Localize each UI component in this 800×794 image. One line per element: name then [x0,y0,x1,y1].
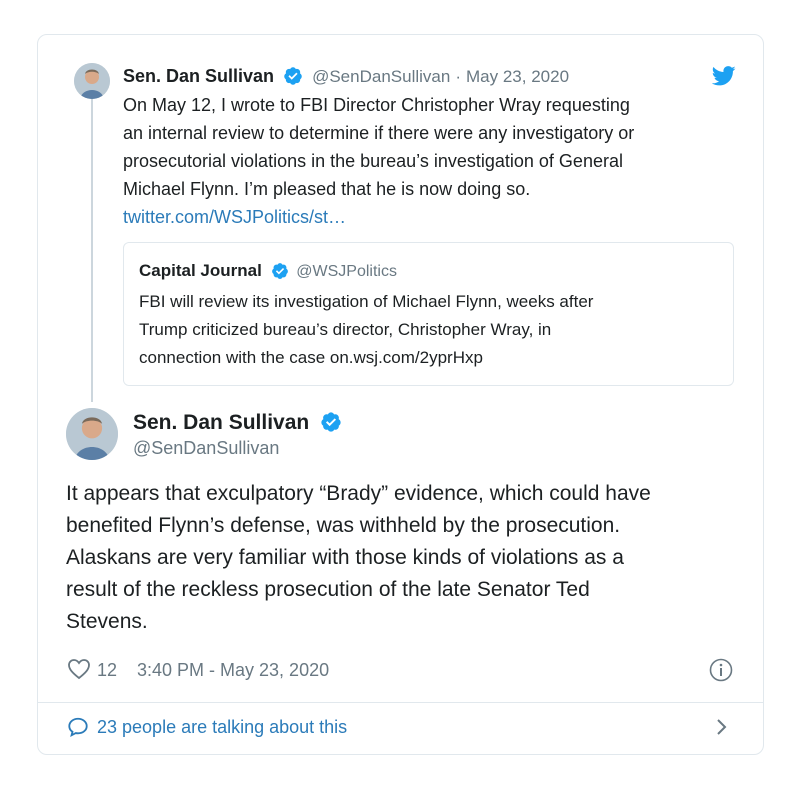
separator-dot: · [455,67,461,86]
tweet-text-line: an internal review to determine if there… [123,123,635,143]
author-name[interactable]: Sen. Dan Sullivan [123,66,274,86]
quoted-tweet-text: On May 12, I wrote to FBI Director Chris… [123,91,733,231]
tweet-text-line: Stevens. [66,610,148,633]
verified-badge-icon [284,67,302,85]
tweet-text-line: prosecutorial violations in the bureau’s… [123,151,623,171]
tweet-text-line: Alaskans are very familiar with those ki… [66,546,624,569]
heart-icon[interactable] [67,658,91,680]
tweet-text-line: FBI will review its investigation of Mic… [139,292,594,311]
comment-bubble-icon[interactable] [67,716,89,738]
main-tweet-text: It appears that exculpatory “Brady” evid… [66,478,756,638]
tweet-text-line: result of the reckless prosecution of th… [66,578,590,601]
tweet-date[interactable]: May 23, 2020 [466,67,569,86]
quoted-tweet-header: Sen. Dan Sullivan @SenDanSullivan · May … [123,65,569,88]
avatar-photo [66,408,118,460]
tweet-text-line: Michael Flynn. I’m pleased that he is no… [123,179,531,199]
thread-connector-line [91,97,93,402]
tweet-timestamp[interactable]: 3:40 PM - May 23, 2020 [137,659,329,681]
chevron-right-icon[interactable] [714,717,730,737]
like-count[interactable]: 12 [97,659,117,681]
nested-author-name[interactable]: Capital Journal [139,261,262,280]
verified-badge-icon [321,412,341,432]
nested-quote-header: Capital Journal @WSJPolitics [139,260,397,283]
avatar[interactable] [74,63,110,99]
avatar[interactable] [66,408,118,460]
author-name[interactable]: Sen. Dan Sullivan [133,411,309,434]
twitter-bird-icon[interactable] [712,66,736,86]
tweet-link[interactable]: twitter.com/WSJPolitics/st… [123,203,733,231]
tweet-text-line: It appears that exculpatory “Brady” evid… [66,482,651,505]
nested-author-handle[interactable]: @WSJPolitics [296,263,397,280]
avatar-photo [74,63,110,99]
main-tweet-author: Sen. Dan Sullivan [133,410,342,436]
info-icon[interactable] [709,658,733,682]
tweet-text-line: On May 12, I wrote to FBI Director Chris… [123,95,630,115]
tweet-text-line: Trump criticized bureau’s director, Chri… [139,320,552,339]
footer-divider [37,702,764,703]
author-handle[interactable]: @SenDanSullivan [133,437,279,459]
tweet-text-line: benefited Flynn’s defense, was withheld … [66,514,621,537]
nested-quote-text: FBI will review its investigation of Mic… [139,288,724,372]
verified-badge-icon [271,262,288,279]
conversation-link[interactable]: 23 people are talking about this [97,716,347,738]
tweet-text-line: connection with the case on.wsj.com/2ypr… [139,348,483,367]
author-handle[interactable]: @SenDanSullivan [312,67,450,86]
